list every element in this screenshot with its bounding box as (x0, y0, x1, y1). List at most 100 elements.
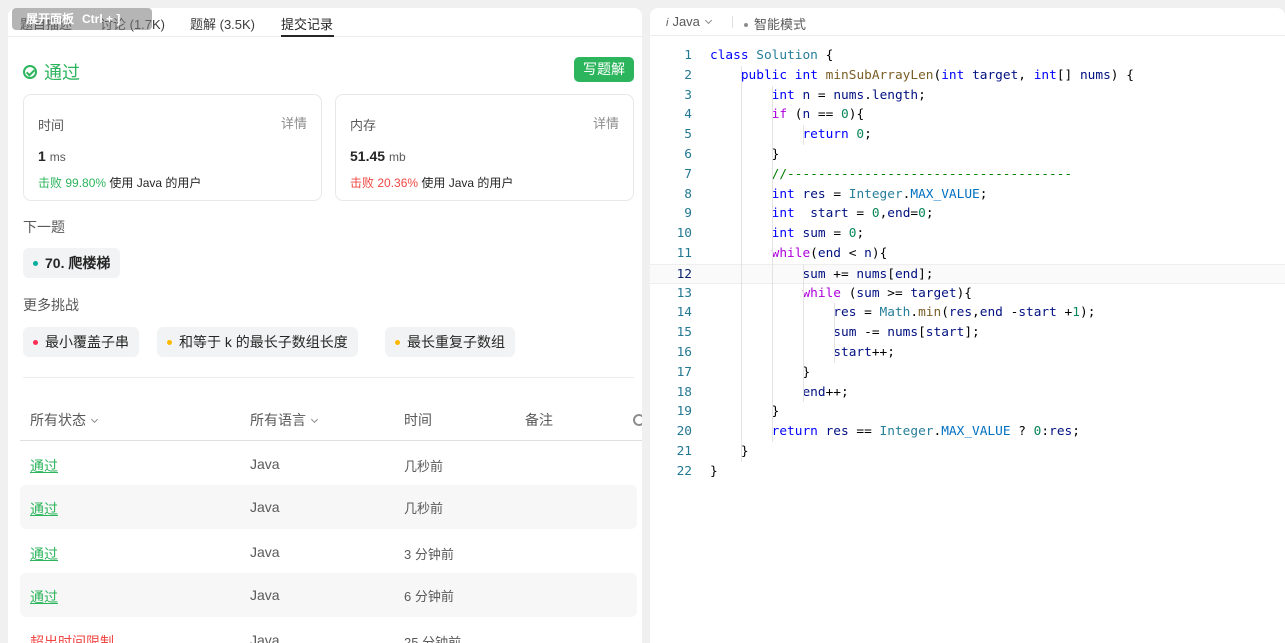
toolbar-divider (732, 16, 733, 28)
submission-language: Java (250, 587, 280, 603)
tab-submissions[interactable]: 提交记录 (281, 14, 333, 33)
code-line[interactable]: 9 int start = 0,end=0; (650, 204, 1285, 224)
code-line[interactable]: 6 } (650, 145, 1285, 165)
write-solution-button[interactable]: 写题解 (574, 57, 634, 82)
code-text: //------------------------------------- (771, 166, 1073, 182)
code-line[interactable]: 19 } (650, 402, 1285, 422)
table-row[interactable]: 通过 Java 几秒前 (20, 485, 637, 529)
code-line[interactable]: 3 int n = nums.length; (650, 86, 1285, 106)
code-text: int res = Integer.MAX_VALUE; (771, 186, 988, 202)
challenge-chip[interactable]: 和等于 k 的最长子数组长度 (157, 327, 358, 357)
difficulty-dot-icon (395, 340, 400, 345)
submission-status[interactable]: 通过 (30, 499, 58, 519)
runtime-beat-suffix: 使用 Java 的用户 (109, 176, 202, 190)
code-text: return 0; (802, 127, 872, 143)
code-line[interactable]: 18 end++; (650, 383, 1285, 403)
code-line[interactable]: 8 int res = Integer.MAX_VALUE; (650, 185, 1285, 205)
submission-language: Java (250, 456, 280, 472)
runtime-beat-percent: 99.80% (65, 176, 107, 190)
code-text: } (710, 364, 811, 380)
next-problem-label: 下一题 (23, 219, 65, 235)
next-problem-chip[interactable]: 70. 爬楼梯 (23, 248, 121, 278)
code-text: while(end < n){ (771, 245, 888, 261)
memory-label: 内存 (350, 118, 377, 133)
smart-mode-toggle[interactable]: 智能模式 (744, 14, 806, 33)
code-line[interactable]: 5 return 0; (650, 125, 1285, 145)
indent-guide (802, 263, 804, 403)
code-line[interactable]: 17 } (650, 363, 1285, 383)
code-line[interactable]: 11 while(end < n){ (650, 244, 1285, 264)
submission-language: Java (250, 544, 280, 560)
submission-time: 几秒前 (404, 459, 444, 474)
line-number: 22 (676, 463, 692, 479)
indent-guide (740, 65, 742, 462)
code-line[interactable]: 1 class Solution { (650, 46, 1285, 66)
table-row[interactable]: 通过 Java 几秒前 (20, 442, 637, 486)
code-line[interactable]: 16 start++; (650, 343, 1285, 363)
submission-language: Java (250, 632, 280, 643)
status-filter[interactable]: 所有状态 (30, 410, 99, 430)
result-status: 通过 (23, 59, 80, 85)
memory-card: 内存 详情 51.45 mb 击败 20.36% 使用 Java 的用户 (335, 94, 634, 201)
submission-status[interactable]: 超出时间限制 (30, 632, 114, 643)
submission-status[interactable]: 通过 (30, 456, 58, 476)
code-line[interactable]: 14 res = Math.min(res,end -start +1); (650, 303, 1285, 323)
active-tab-indicator (281, 35, 334, 37)
tab-bar: 题目描述 讨论 (1.7K) 题解 (3.5K) 提交记录 展开面板Ctrl +… (8, 8, 642, 37)
line-number: 16 (676, 344, 692, 360)
line-number: 5 (684, 127, 692, 143)
line-number: 2 (684, 67, 692, 83)
code-line[interactable]: 12 sum += nums[end]; (650, 263, 1285, 284)
language-selector-label: Java (672, 14, 700, 29)
line-number: 12 (676, 266, 692, 282)
code-line[interactable]: 10 int sum = 0; (650, 224, 1285, 244)
code-line[interactable]: 13 while (sum >= target){ (650, 284, 1285, 304)
runtime-unit: ms (49, 150, 66, 164)
challenge-chip[interactable]: 最小覆盖子串 (23, 327, 139, 357)
language-filter[interactable]: 所有语言 (250, 410, 319, 430)
editor-toolbar: i Java 智能模式 (650, 8, 1285, 36)
code-editor-panel: i Java 智能模式 1 class Solution {2 public int… (650, 8, 1285, 643)
code-line[interactable]: 21 } (650, 442, 1285, 462)
runtime-detail-link[interactable]: 详情 (281, 113, 307, 132)
table-row[interactable]: 通过 Java 6 分钟前 (20, 573, 637, 617)
code-text: } (710, 443, 749, 459)
expand-panel-tooltip[interactable]: 展开面板 Ctrl + ] (12, 8, 152, 30)
table-row[interactable]: 超出时间限制 Java 25 分钟前 (20, 618, 637, 643)
result-status-text: 通过 (44, 63, 80, 83)
language-selector[interactable]: i Java (666, 14, 712, 29)
memory-number: 51.45 (350, 148, 386, 164)
challenge-chip[interactable]: 最长重复子数组 (385, 327, 515, 357)
code-text: int start = 0,end=0; (771, 206, 934, 222)
code-line[interactable]: 2 public int minSubArrayLen(int target, … (650, 66, 1285, 86)
code-line[interactable]: 15 sum -= nums[start]; (650, 323, 1285, 343)
code-text: if (n == 0){ (771, 107, 865, 123)
bullet-icon (744, 23, 748, 27)
code-line[interactable]: 4 if (n == 0){ (650, 105, 1285, 125)
submission-status[interactable]: 通过 (30, 544, 58, 564)
runtime-number: 1 (38, 148, 46, 164)
code-area[interactable]: 1 class Solution {2 public int minSubArra… (650, 46, 1285, 482)
submission-language: Java (250, 499, 280, 515)
line-number: 14 (676, 305, 692, 321)
code-text: sum += nums[end]; (802, 266, 934, 282)
code-text: } (710, 404, 780, 420)
line-number: 11 (676, 245, 692, 261)
line-number: 1 (684, 48, 692, 63)
expand-panel-shortcut: Ctrl + ] (82, 12, 121, 26)
time-column-header: 时间 (404, 412, 432, 428)
gear-icon[interactable] (633, 414, 642, 426)
more-challenges-label: 更多挑战 (23, 297, 79, 313)
tab-solutions[interactable]: 题解 (3.5K) (190, 14, 255, 33)
code-line[interactable]: 20 return res == Integer.MAX_VALUE ? 0:r… (650, 422, 1285, 442)
line-number: 6 (684, 146, 692, 162)
submission-time: 3 分钟前 (404, 547, 454, 562)
code-line[interactable]: 22} (650, 462, 1285, 482)
table-row[interactable]: 通过 Java 3 分钟前 (20, 530, 637, 574)
code-line[interactable]: 7 //------------------------------------… (650, 165, 1285, 185)
memory-detail-link[interactable]: 详情 (593, 113, 619, 132)
code-text: } (710, 146, 780, 162)
next-problem-title: 70. 爬楼梯 (45, 255, 111, 271)
submission-status[interactable]: 通过 (30, 587, 58, 607)
runtime-label: 时间 (38, 118, 65, 133)
